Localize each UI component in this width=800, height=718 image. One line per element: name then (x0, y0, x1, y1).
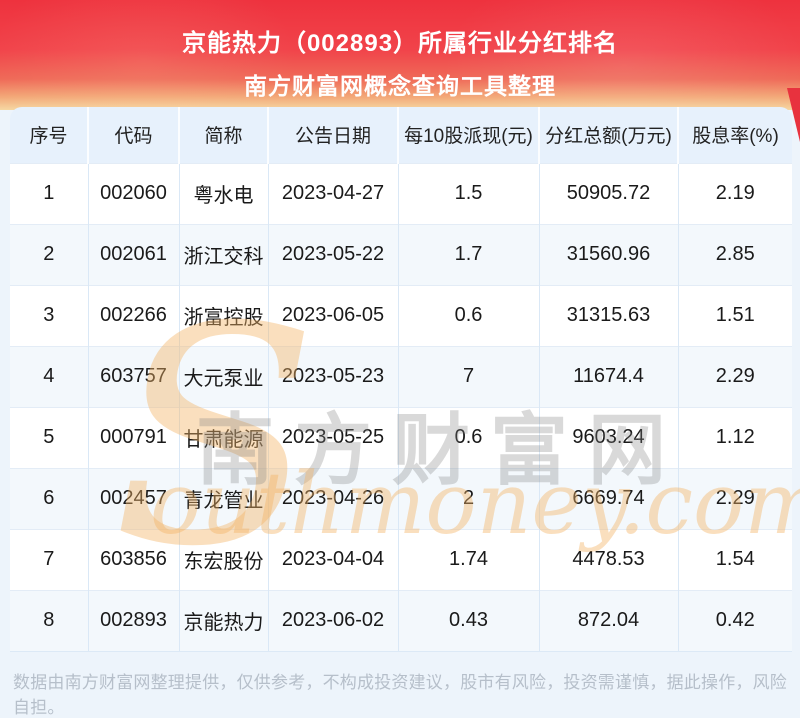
table-cell: 青龙管业 (178, 467, 268, 529)
table-cell: 1.7 (397, 223, 539, 285)
table-cell: 2.29 (677, 467, 792, 529)
column-header-dividend-yield: 股息率(%) (677, 107, 792, 163)
table-cell: 1.74 (397, 528, 539, 590)
table-cell: 002457 (87, 467, 179, 529)
table-cell: 002893 (87, 589, 179, 652)
table-cell: 11674.4 (538, 345, 678, 407)
table-cell: 2.19 (677, 162, 792, 224)
table-cell: 4 (10, 345, 88, 407)
table-cell: 002266 (87, 284, 179, 346)
table-cell: 1.51 (677, 284, 792, 346)
dividend-ranking-table-container: 序号 代码 简称 公告日期 每10股派现(元) 分红总额(万元) 股息率(%) … (10, 107, 792, 652)
table-row: 1 002060 粤水电 2023-04-27 1.5 50905.72 2.19 (10, 162, 792, 224)
table-cell: 0.6 (397, 406, 539, 468)
table-cell: 东宏股份 (178, 528, 268, 590)
table-cell: 50905.72 (538, 162, 678, 224)
table-cell: 京能热力 (178, 589, 268, 652)
table-cell: 002060 (87, 162, 179, 224)
table-cell: 2 (397, 467, 539, 529)
table-cell: 1.12 (677, 406, 792, 468)
table-cell: 9603.24 (538, 406, 678, 468)
table-header-row: 序号 代码 简称 公告日期 每10股派现(元) 分红总额(万元) 股息率(%) (10, 107, 792, 163)
column-header-dividend-per-10-shares: 每10股派现(元) (397, 107, 539, 163)
table-cell: 浙富控股 (178, 284, 268, 346)
table-body: 1 002060 粤水电 2023-04-27 1.5 50905.72 2.19 2 0020… (10, 162, 792, 652)
page-title: 京能热力（002893）所属行业分红排名 (181, 30, 619, 57)
table-cell: 2023-04-26 (267, 467, 398, 529)
table-row: 3 002266 浙富控股 2023-06-05 0.6 31315.63 1.51 (10, 284, 792, 346)
table-row: 2 002061 浙江交科 2023-05-22 1.7 31560.96 2.85 (10, 223, 792, 285)
table-cell: 603757 (87, 345, 179, 407)
page-subtitle: 南方财富网概念查询工具整理 (244, 73, 556, 99)
table-cell: 5 (10, 406, 88, 468)
table-cell: 1.54 (677, 528, 792, 590)
table-row: 5 000791 甘肃能源 2023-05-25 0.6 9603.24 1.12 (10, 406, 792, 468)
table-cell: 6669.74 (538, 467, 678, 529)
table-cell: 872.04 (538, 589, 678, 652)
table-row: 4 603757 大元泵业 2023-05-23 7 11674.4 2.29 (10, 345, 792, 407)
table-cell: 2023-05-25 (267, 406, 398, 468)
column-header-code: 代码 (87, 107, 179, 163)
table-cell: 2023-04-27 (267, 162, 398, 224)
table-cell: 2023-05-23 (267, 345, 398, 407)
table-cell: 0.42 (677, 589, 792, 652)
table-cell: 2023-06-05 (267, 284, 398, 346)
table-cell: 2023-04-04 (267, 528, 398, 590)
column-header-total-dividend: 分红总额(万元) (538, 107, 678, 163)
dividend-ranking-table: 序号 代码 简称 公告日期 每10股派现(元) 分红总额(万元) 股息率(%) … (10, 107, 792, 652)
table-header: 序号 代码 简称 公告日期 每10股派现(元) 分红总额(万元) 股息率(%) (10, 107, 792, 163)
table-row: 7 603856 东宏股份 2023-04-04 1.74 4478.53 1.54 (10, 528, 792, 590)
table-cell: 0.6 (397, 284, 539, 346)
table-cell: 大元泵业 (178, 345, 268, 407)
table-cell: 4478.53 (538, 528, 678, 590)
table-cell: 2.85 (677, 223, 792, 285)
table-cell: 粤水电 (178, 162, 268, 224)
table-cell: 7 (10, 528, 88, 590)
table-cell: 002061 (87, 223, 179, 285)
table-cell: 2.29 (677, 345, 792, 407)
table-row: 6 002457 青龙管业 2023-04-26 2 6669.74 2.29 (10, 467, 792, 529)
table-cell: 7 (397, 345, 539, 407)
table-cell: 603856 (87, 528, 179, 590)
table-cell: 1.5 (397, 162, 539, 224)
column-header-name: 简称 (178, 107, 268, 163)
table-cell: 8 (10, 589, 88, 652)
table-cell: 31560.96 (538, 223, 678, 285)
table-cell: 2 (10, 223, 88, 285)
table-cell: 0.43 (397, 589, 539, 652)
table-cell: 2023-06-02 (267, 589, 398, 652)
table-cell: 31315.63 (538, 284, 678, 346)
table-cell: 甘肃能源 (178, 406, 268, 468)
table-cell: 6 (10, 467, 88, 529)
table-cell: 1 (10, 162, 88, 224)
table-cell: 000791 (87, 406, 179, 468)
table-row: 8 002893 京能热力 2023-06-02 0.43 872.04 0.42 (10, 589, 792, 652)
table-cell: 3 (10, 284, 88, 346)
footer-disclaimer: 数据由南方财富网整理提供，仅供参考，不构成投资建议，股市有风险，投资需谨慎，据此… (13, 673, 787, 717)
column-header-announce-date: 公告日期 (267, 107, 398, 163)
table-cell: 浙江交科 (178, 223, 268, 285)
column-header-index: 序号 (10, 107, 88, 163)
table-cell: 2023-05-22 (267, 223, 398, 285)
header-banner: 京能热力（002893）所属行业分红排名 南方财富网概念查询工具整理 (0, 0, 800, 110)
